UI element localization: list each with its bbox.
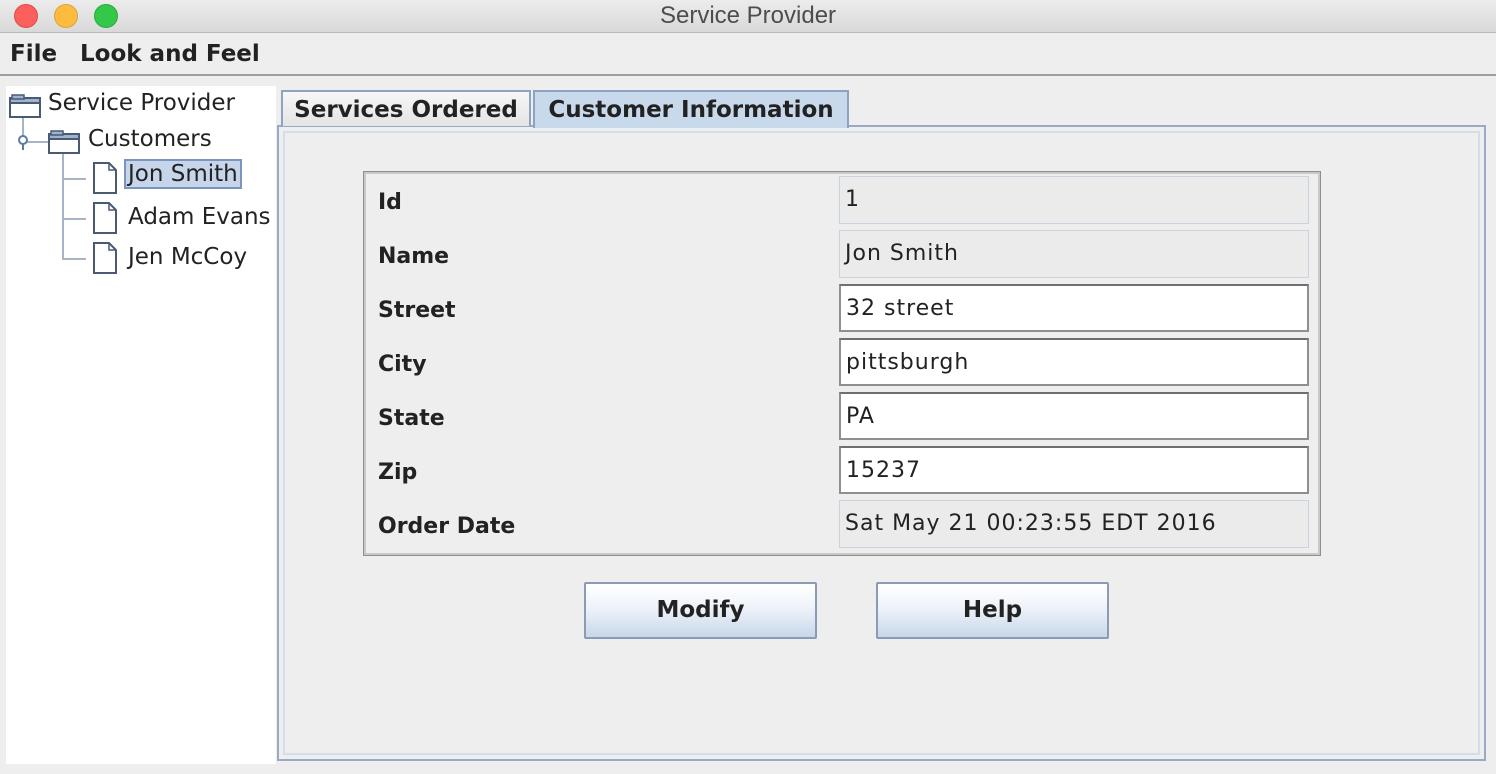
tree-connector	[62, 154, 64, 260]
zip-label: Zip	[378, 460, 418, 485]
state-field[interactable]: PA	[839, 392, 1309, 440]
help-button[interactable]: Help	[876, 582, 1109, 639]
customer-info-form: Id 1 Name Jon Smith Street 32 street Cit…	[363, 171, 1321, 556]
tree-connector	[62, 258, 86, 260]
menu-file[interactable]: File	[10, 33, 57, 74]
window-title: Service Provider	[659, 2, 837, 29]
tree-item-customer[interactable]: Jen McCoy	[128, 244, 247, 270]
city-label: City	[378, 352, 427, 377]
state-label: State	[378, 406, 445, 431]
menu-bar: File Look and Feel	[0, 33, 1496, 76]
document-icon	[93, 242, 117, 274]
tree-connector	[62, 218, 86, 220]
tree-expand-handle-icon[interactable]	[16, 134, 32, 150]
tree-item-customer[interactable]: Adam Evans	[128, 204, 271, 230]
document-icon	[93, 202, 117, 234]
order-date-field: Sat May 21 00:23:55 EDT 2016	[839, 500, 1309, 548]
id-label: Id	[378, 190, 402, 215]
tree-root-label[interactable]: Service Provider	[48, 90, 235, 116]
tab-services-ordered[interactable]: Services Ordered	[281, 90, 531, 126]
tab-customer-information[interactable]: Customer Information	[533, 90, 849, 128]
city-field[interactable]: pittsburgh	[839, 338, 1309, 386]
name-label: Name	[378, 244, 450, 269]
folder-icon	[48, 130, 80, 154]
modify-button[interactable]: Modify	[584, 582, 817, 639]
tree-item-customer-selected[interactable]: Jon Smith	[124, 159, 242, 189]
name-field: Jon Smith	[839, 230, 1309, 278]
tree-connector	[62, 178, 86, 180]
street-field[interactable]: 32 street	[839, 284, 1309, 332]
order-date-label: Order Date	[378, 514, 516, 539]
menu-look-and-feel[interactable]: Look and Feel	[80, 33, 260, 74]
window-titlebar: Service Provider	[0, 0, 1496, 33]
document-icon	[93, 162, 117, 194]
navigation-tree: Service Provider Customers Jon Smith Ada…	[6, 86, 276, 764]
id-field: 1	[839, 176, 1309, 224]
folder-icon	[9, 94, 41, 118]
zip-field[interactable]: 15237	[839, 446, 1309, 494]
tree-item-customers[interactable]: Customers	[88, 126, 212, 152]
street-label: Street	[378, 298, 456, 323]
